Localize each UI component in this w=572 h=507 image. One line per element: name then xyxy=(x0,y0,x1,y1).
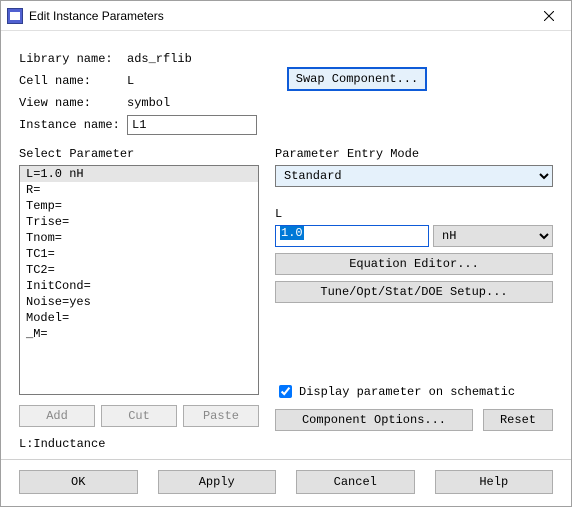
instance-label: Instance name: xyxy=(19,118,127,132)
equation-editor-button[interactable]: Equation Editor... xyxy=(275,253,553,275)
display-on-schematic-checkbox[interactable] xyxy=(279,385,292,398)
library-value: ads_rflib xyxy=(127,52,192,66)
display-on-schematic-label[interactable]: Display parameter on schematic xyxy=(299,385,515,399)
cut-button[interactable]: Cut xyxy=(101,405,177,427)
paste-button[interactable]: Paste xyxy=(183,405,259,427)
add-button[interactable]: Add xyxy=(19,405,95,427)
footer-buttons: OK Apply Cancel Help xyxy=(1,459,571,506)
window-title: Edit Instance Parameters xyxy=(29,9,527,23)
dialog-window: Edit Instance Parameters Library name: a… xyxy=(0,0,572,507)
select-parameter-label: Select Parameter xyxy=(19,147,259,161)
list-item[interactable]: Trise= xyxy=(20,214,258,230)
list-item[interactable]: _M= xyxy=(20,326,258,342)
library-label: Library name: xyxy=(19,52,127,66)
entry-mode-label: Parameter Entry Mode xyxy=(275,147,553,161)
swap-component-button[interactable]: Swap Component... xyxy=(287,67,427,91)
param-value-input[interactable]: 1.0 xyxy=(275,225,429,247)
component-options-button[interactable]: Component Options... xyxy=(275,409,473,431)
entry-mode-select[interactable]: Standard xyxy=(275,165,553,187)
view-value: symbol xyxy=(127,96,170,110)
instance-name-input[interactable] xyxy=(127,115,257,135)
app-icon xyxy=(7,8,23,24)
list-item[interactable]: TC2= xyxy=(20,262,258,278)
reset-button[interactable]: Reset xyxy=(483,409,553,431)
close-button[interactable] xyxy=(527,2,571,30)
header-fields: Library name: ads_rflib Cell name: L Vie… xyxy=(19,49,553,137)
list-item[interactable]: Model= xyxy=(20,310,258,326)
list-item[interactable]: Tnom= xyxy=(20,230,258,246)
list-item[interactable]: Noise=yes xyxy=(20,294,258,310)
apply-button[interactable]: Apply xyxy=(158,470,277,494)
close-icon xyxy=(544,11,554,21)
view-label: View name: xyxy=(19,96,127,110)
status-text: L:Inductance xyxy=(19,437,553,451)
content-area: Library name: ads_rflib Cell name: L Vie… xyxy=(1,31,571,459)
list-item[interactable]: L=1.0 nH xyxy=(20,166,258,182)
ok-button[interactable]: OK xyxy=(19,470,138,494)
list-item[interactable]: TC1= xyxy=(20,246,258,262)
list-item[interactable]: InitCond= xyxy=(20,278,258,294)
cancel-button[interactable]: Cancel xyxy=(296,470,415,494)
help-button[interactable]: Help xyxy=(435,470,554,494)
unit-select[interactable]: nH xyxy=(433,225,553,247)
list-item[interactable]: R= xyxy=(20,182,258,198)
parameter-listbox[interactable]: L=1.0 nHR=Temp=Trise=Tnom=TC1=TC2=InitCo… xyxy=(19,165,259,395)
tune-setup-button[interactable]: Tune/Opt/Stat/DOE Setup... xyxy=(275,281,553,303)
cell-value: L xyxy=(127,74,134,88)
list-item[interactable]: Temp= xyxy=(20,198,258,214)
param-name-label: L xyxy=(275,207,553,221)
titlebar: Edit Instance Parameters xyxy=(1,1,571,31)
cell-label: Cell name: xyxy=(19,74,127,88)
